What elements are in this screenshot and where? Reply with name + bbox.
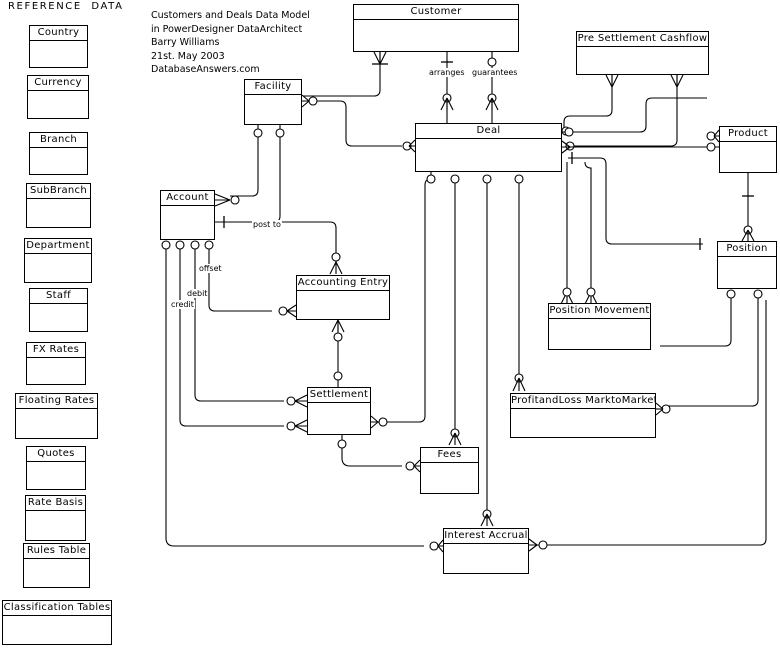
relationship-connectors	[161, 51, 767, 553]
entity-fees[interactable]: Fees	[420, 447, 479, 494]
entity-attribute-area	[511, 409, 655, 437]
entity-attribute-area	[30, 148, 87, 174]
entity-attribute-area	[720, 142, 776, 172]
entity-name-label: Branch	[30, 133, 87, 148]
entity-presettle[interactable]: Pre Settlement Cashflow	[576, 31, 709, 75]
entity-name-label: Department	[25, 239, 91, 254]
entity-attribute-area	[27, 199, 90, 227]
entity-attribute-area	[297, 291, 389, 319]
entity-name-label: Classification Tables	[3, 601, 111, 616]
entity-attribute-area	[308, 403, 370, 434]
entity-attribute-area	[25, 254, 91, 282]
entity-account[interactable]: Account	[160, 190, 215, 240]
entity-attribute-area	[161, 206, 214, 239]
reference-data-header: REFERENCE DATA	[8, 1, 124, 12]
relationship-label-credit: credit	[170, 300, 195, 309]
reference-entity-classification-tables[interactable]: Classification Tables	[2, 600, 112, 645]
entity-attribute-area	[444, 544, 528, 573]
entity-name-label: FX Rates	[27, 343, 85, 358]
entity-name-label: Staff	[30, 289, 87, 304]
entity-interestacc[interactable]: Interest Accrual	[443, 528, 529, 574]
entity-attribute-area	[30, 304, 87, 331]
reference-entity-currency[interactable]: Currency	[27, 75, 89, 119]
er-diagram-canvas: REFERENCE DATA Customers and Deals Data …	[0, 0, 780, 650]
entity-attribute-area	[26, 511, 85, 540]
entity-name-label: Accounting Entry	[297, 276, 389, 291]
entity-customer[interactable]: Customer	[353, 4, 519, 52]
entity-attribute-area	[245, 95, 301, 124]
entity-settlement[interactable]: Settlement	[307, 387, 371, 435]
entity-name-label: Quotes	[27, 447, 85, 462]
entity-accountentry[interactable]: Accounting Entry	[296, 275, 390, 320]
reference-entity-subbranch[interactable]: SubBranch	[26, 183, 91, 228]
reference-entity-branch[interactable]: Branch	[29, 132, 88, 175]
entity-pnlmtm[interactable]: ProfitandLoss MarktoMarket	[510, 393, 656, 438]
relationship-label-offset: offset	[198, 264, 223, 273]
reference-entity-fx-rates[interactable]: FX Rates	[26, 342, 86, 385]
entity-attribute-area	[718, 257, 776, 288]
entity-name-label: ProfitandLoss MarktoMarket	[511, 394, 655, 409]
entity-name-label: Rules Table	[24, 544, 89, 559]
entity-name-label: Country	[30, 26, 87, 41]
entity-name-label: SubBranch	[27, 184, 90, 199]
entity-name-label: Account	[161, 191, 214, 206]
entity-name-label: Customer	[354, 5, 518, 20]
entity-attribute-area	[421, 463, 478, 493]
entity-deal[interactable]: Deal	[415, 123, 562, 172]
relationship-label-arranges: arranges	[428, 68, 466, 77]
entity-attribute-area	[577, 47, 708, 74]
entity-name-label: Rate Basis	[26, 496, 85, 511]
reference-entity-rate-basis[interactable]: Rate Basis	[25, 495, 86, 541]
entity-attribute-area	[27, 462, 85, 489]
reference-entity-department[interactable]: Department	[24, 238, 92, 283]
entity-facility[interactable]: Facility	[244, 79, 302, 125]
entity-position[interactable]: Position	[717, 241, 777, 289]
entity-attribute-area	[549, 319, 650, 349]
entity-product[interactable]: Product	[719, 126, 777, 173]
entity-attribute-area	[354, 20, 518, 51]
relationship-label-guarantees: guarantees	[471, 68, 519, 77]
relationship-label-debit: debit	[186, 289, 209, 298]
entity-attribute-area	[416, 139, 561, 171]
entity-name-label: Position	[718, 242, 776, 257]
reference-entity-floating-rates[interactable]: Floating Rates	[15, 393, 98, 439]
entity-name-label: Interest Accrual	[444, 529, 528, 544]
entity-name-label: Product	[720, 127, 776, 142]
relationship-label-post-to: post to	[252, 220, 282, 229]
entity-name-label: Deal	[416, 124, 561, 139]
reference-entity-country[interactable]: Country	[29, 25, 88, 68]
entity-attribute-area	[3, 616, 111, 644]
reference-entity-quotes[interactable]: Quotes	[26, 446, 86, 490]
entity-name-label: Floating Rates	[16, 394, 97, 409]
entity-name-label: Facility	[245, 80, 301, 95]
entity-name-label: Settlement	[308, 388, 370, 403]
diagram-title-block: Customers and Deals Data Model in PowerD…	[151, 10, 310, 76]
entity-name-label: Currency	[28, 76, 88, 91]
entity-attribute-area	[28, 91, 88, 118]
entity-name-label: Position Movement	[549, 304, 650, 319]
entity-attribute-area	[16, 409, 97, 438]
entity-name-label: Pre Settlement Cashflow	[577, 32, 708, 47]
entity-name-label: Fees	[421, 448, 478, 463]
entity-posmovement[interactable]: Position Movement	[548, 303, 651, 350]
entity-attribute-area	[27, 358, 85, 384]
entity-attribute-area	[30, 41, 87, 67]
reference-entity-rules-table[interactable]: Rules Table	[23, 543, 90, 588]
reference-entity-staff[interactable]: Staff	[29, 288, 88, 332]
entity-attribute-area	[24, 559, 89, 587]
